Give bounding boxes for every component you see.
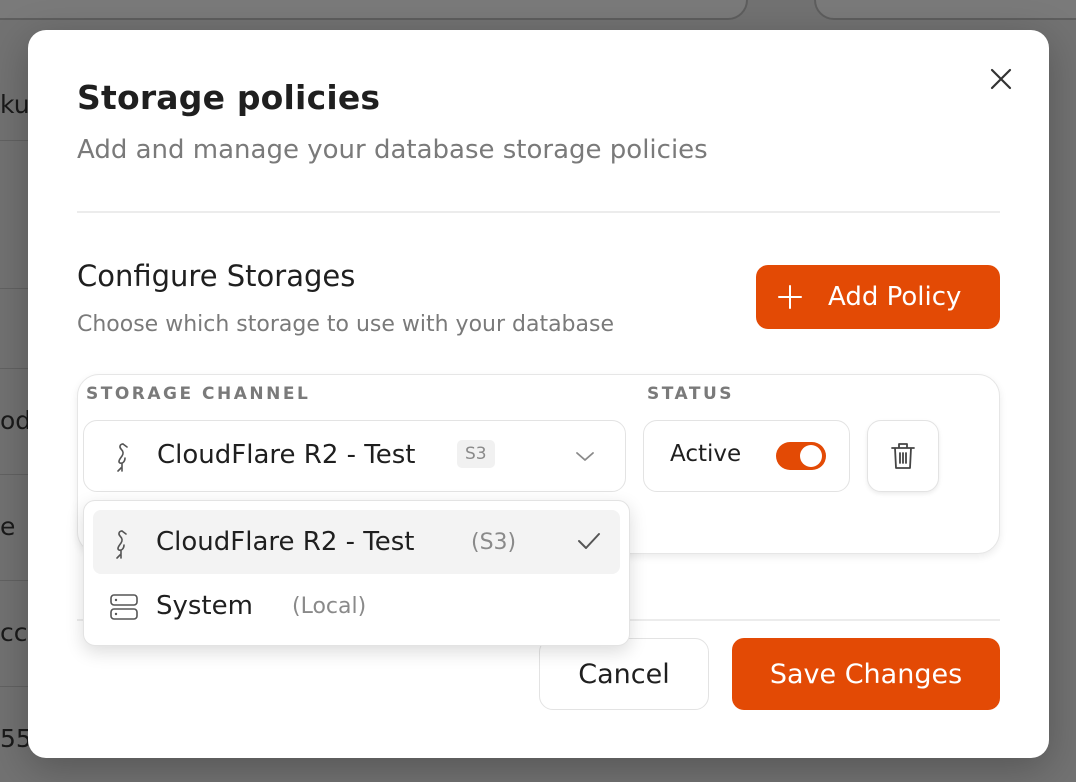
dropdown-option-cloudflare[interactable]: CloudFlare R2 - Test (S3) [93,510,620,574]
storage-type-badge: S3 [457,440,495,468]
divider [77,211,1000,213]
background-text-fragment: cc [0,618,28,647]
flamingo-icon [116,530,127,559]
storage-channel-dropdown: CloudFlare R2 - Test (S3) System (Local) [83,500,630,646]
dropdown-option-system[interactable]: System (Local) [93,574,620,638]
add-policy-button[interactable]: Add Policy [756,265,1000,329]
chevron-down-icon [576,452,594,461]
section-title: Configure Storages [77,259,356,293]
background-divider [0,474,30,475]
background-text-fragment: e [0,512,16,541]
status-column-label: STATUS [647,384,735,404]
modal-subtitle: Add and manage your database storage pol… [77,135,708,165]
cancel-button[interactable]: Cancel [539,638,709,710]
option-type: (Local) [292,594,367,619]
close-button[interactable] [986,64,1016,94]
background-divider [0,580,30,581]
background-text-fragment: ku [0,90,28,119]
add-policy-label: Add Policy [828,282,962,312]
background-divider [0,368,30,369]
status-label: Active [670,441,742,467]
close-icon[interactable] [990,68,1012,90]
plus-icon [778,285,802,309]
background-divider [0,686,30,687]
status-control: Active [643,420,850,492]
section-subtitle: Choose which storage to use with your da… [77,312,615,337]
background-divider [0,140,30,141]
background-text-fragment: od [0,406,28,435]
option-name: CloudFlare R2 - Test [156,527,415,557]
background-divider [0,288,30,289]
background-text-fragment: 55 [0,724,28,753]
modal-title: Storage policies [77,78,381,117]
storage-channel-select[interactable]: CloudFlare R2 - Test S3 [83,420,626,492]
selected-storage-name: CloudFlare R2 - Test [157,440,416,470]
storage-channel-column-label: STORAGE CHANNEL [86,384,311,404]
flamingo-icon [117,443,128,472]
check-icon [578,533,600,549]
trash-icon [891,443,915,469]
background-card [814,0,1076,20]
option-name: System [156,591,253,621]
option-type: (S3) [471,530,517,555]
delete-policy-button[interactable] [867,420,939,492]
server-icon [110,594,138,620]
background-card [0,0,748,20]
status-toggle[interactable] [776,442,826,470]
save-changes-button[interactable]: Save Changes [732,638,1000,710]
